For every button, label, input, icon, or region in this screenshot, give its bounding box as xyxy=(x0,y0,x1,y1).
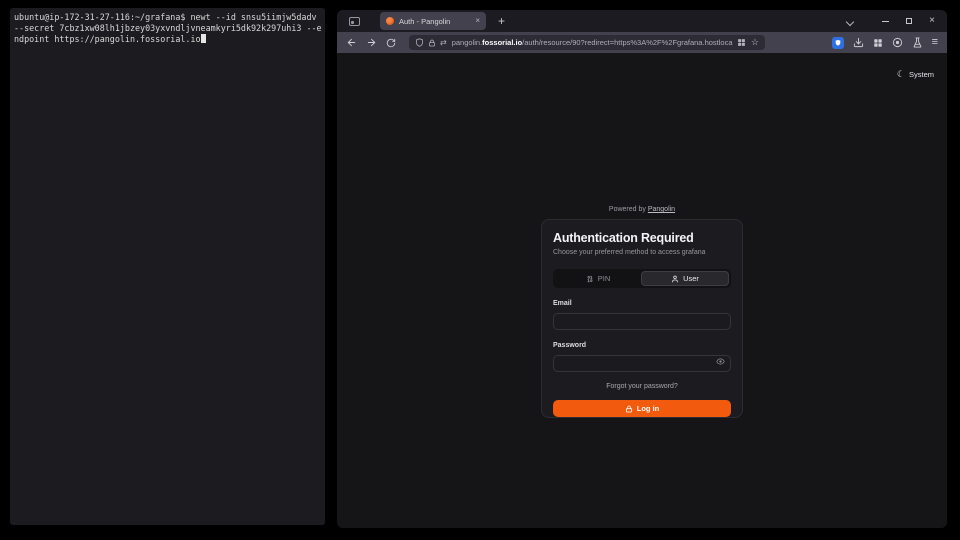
lock-icon[interactable] xyxy=(428,39,436,47)
shortcuts-grid-icon[interactable] xyxy=(737,38,746,47)
auth-title: Authentication Required xyxy=(553,231,731,245)
list-tabs-chevron-icon[interactable] xyxy=(847,18,854,25)
maximize-icon[interactable] xyxy=(906,18,912,24)
record-extension-icon[interactable] xyxy=(892,37,903,48)
tab-user-label: User xyxy=(683,274,699,283)
password-visibility-toggle[interactable] xyxy=(716,357,725,366)
terminal-line: ubuntu@ip-172-31-27-116:~/grafana$ newt … xyxy=(14,12,321,23)
password-input[interactable] xyxy=(553,355,731,372)
tab-pin-label: PIN xyxy=(598,274,611,283)
tab-close-icon[interactable]: × xyxy=(475,17,480,25)
browser-toolbar: ⇄ pangolin.fossorial.io/auth/resource/90… xyxy=(337,32,947,53)
forgot-password-link[interactable]: Forgot your password? xyxy=(553,383,731,390)
login-button-label: Log in xyxy=(637,404,660,413)
auth-card: Authentication Required Choose your pref… xyxy=(541,219,743,418)
pangolin-favicon-icon xyxy=(386,17,394,25)
extensions-grid-icon[interactable] xyxy=(873,38,883,48)
password-manager-extension-icon[interactable] xyxy=(832,37,844,49)
tab-user[interactable]: User xyxy=(641,271,729,286)
theme-toggle[interactable]: ☾ System xyxy=(897,70,934,79)
pangolin-link[interactable]: Pangolin xyxy=(648,206,675,213)
password-label: Password xyxy=(553,342,731,349)
terminal-line: --secret 7cbz1xw08lh1jbzey03yxvndljvneam… xyxy=(14,23,321,34)
tab-pin[interactable]: PIN xyxy=(555,271,641,286)
lock-icon xyxy=(625,405,633,413)
url-path: /auth/resource/90?redirect=https%3A%2F%2… xyxy=(522,38,733,47)
email-label: Email xyxy=(553,300,731,307)
flask-extension-icon[interactable] xyxy=(912,37,923,48)
powered-by: Powered by Pangolin xyxy=(541,206,743,213)
firefox-view-icon[interactable] xyxy=(349,17,360,26)
eye-icon xyxy=(716,357,725,366)
terminal-window[interactable]: ubuntu@ip-172-31-27-116:~/grafana$ newt … xyxy=(10,8,325,525)
theme-toggle-label: System xyxy=(909,70,934,79)
browser-window: Auth - Pangolin × + × ⇄ pangolin.fos xyxy=(337,10,947,528)
shield-icon[interactable] xyxy=(415,38,424,47)
new-tab-button[interactable]: + xyxy=(498,15,505,27)
downloads-icon[interactable] xyxy=(853,37,864,48)
url-bar[interactable]: ⇄ pangolin.fossorial.io/auth/resource/90… xyxy=(409,35,765,50)
user-icon xyxy=(671,275,679,283)
terminal-cursor xyxy=(201,34,206,43)
page-content: ☾ System Powered by Pangolin Authenticat… xyxy=(337,53,947,528)
moon-icon: ☾ xyxy=(897,70,905,79)
permissions-swap-icon[interactable]: ⇄ xyxy=(440,38,447,47)
bookmark-star-icon[interactable]: ☆ xyxy=(751,38,759,47)
back-button[interactable] xyxy=(346,37,357,48)
toolbar-extension-area: ≡ xyxy=(832,37,938,49)
email-input[interactable] xyxy=(553,313,731,330)
method-switch: PIN User xyxy=(553,269,731,288)
browser-tab-bar: Auth - Pangolin × + × xyxy=(337,10,947,32)
tab-auth-pangolin[interactable]: Auth - Pangolin × xyxy=(380,12,486,30)
minimize-icon[interactable] xyxy=(882,21,889,22)
window-close-icon[interactable]: × xyxy=(929,16,935,26)
auth-column: Powered by Pangolin Authentication Requi… xyxy=(541,206,743,418)
auth-subtitle: Choose your preferred method to access g… xyxy=(553,249,731,256)
reload-button[interactable] xyxy=(386,38,396,48)
forward-button[interactable] xyxy=(366,37,377,48)
url-domain: fossorial.io xyxy=(482,38,522,47)
hamburger-menu-icon[interactable]: ≡ xyxy=(932,37,938,48)
url-prefix: pangolin. xyxy=(452,38,482,47)
binary-icon xyxy=(586,275,594,283)
url-text: pangolin.fossorial.io/auth/resource/90?r… xyxy=(452,38,733,47)
tab-title: Auth - Pangolin xyxy=(399,17,471,26)
powered-by-text: Powered by xyxy=(609,206,648,213)
terminal-line: ndpoint https://pangolin.fossorial.io xyxy=(14,34,321,45)
terminal-line-text: ndpoint https://pangolin.fossorial.io xyxy=(14,34,201,44)
login-button[interactable]: Log in xyxy=(553,400,731,417)
